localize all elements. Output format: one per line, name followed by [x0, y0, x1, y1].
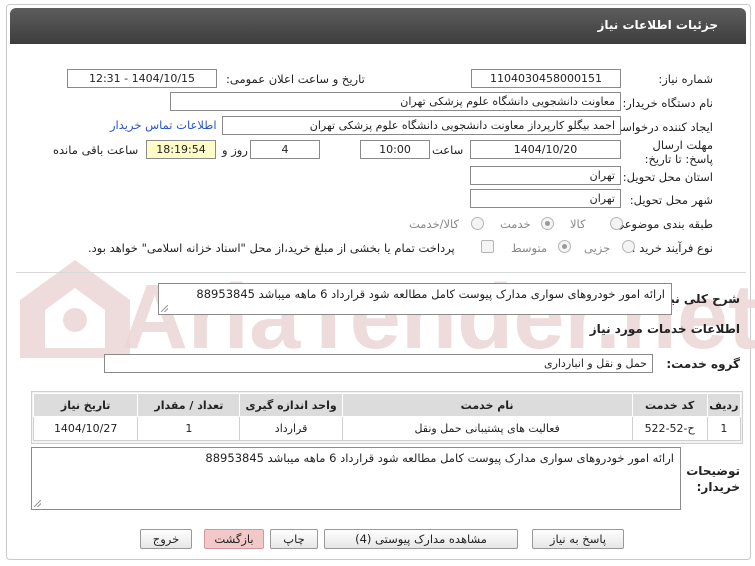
- cell-quantity: 1: [137, 416, 241, 441]
- category-option-goods: کالا: [570, 217, 586, 231]
- col-unit: واحد اندازه گیری: [239, 393, 343, 417]
- process-option-minor: جزیی: [584, 241, 611, 255]
- service-group-field[interactable]: حمل و نقل و انبارداری: [104, 354, 653, 373]
- buyer-notes-text: ارائه امور خودروهای سواری مدارک پیوست کا…: [205, 451, 674, 465]
- reply-button[interactable]: پاسخ به نیاز: [532, 529, 624, 549]
- buyer-org-field[interactable]: معاونت دانشجویی دانشگاه علوم پزشکی تهران: [170, 92, 621, 111]
- page-title: جزئیات اطلاعات نیاز: [597, 18, 718, 32]
- exit-button[interactable]: خروج: [140, 529, 192, 549]
- cell-row: 1: [706, 416, 742, 441]
- remaining-time-label: ساعت باقی مانده: [53, 143, 139, 157]
- treasury-payment-note: پرداخت تمام یا بخشی از مبلغ خرید،از محل …: [88, 241, 455, 255]
- province-field[interactable]: تهران: [470, 166, 621, 185]
- summary-textarea[interactable]: ارائه امور خودروهای سواری مدارک پیوست کا…: [158, 283, 672, 315]
- col-need-date: تاریخ نیاز: [32, 393, 139, 417]
- days-label: روز و: [222, 143, 248, 157]
- process-label: نوع فرآیند خرید :: [631, 241, 713, 255]
- col-quantity: تعداد / مقدار: [137, 393, 241, 417]
- category-radio-goods[interactable]: [610, 217, 623, 230]
- requester-label: ایجاد کننده درخواست:: [607, 120, 713, 134]
- announce-date-label: تاریخ و ساعت اعلان عمومی:: [226, 72, 365, 86]
- requester-field[interactable]: احمد بیگلو کارپرداز معاونت دانشجویی دانش…: [222, 116, 621, 135]
- announce-date-field[interactable]: 1404/10/15 - 12:31: [67, 69, 217, 88]
- category-label: طبقه بندی موضوعی:: [611, 217, 713, 231]
- city-label: شهر محل تحویل:: [629, 193, 713, 207]
- service-group-label: گروه خدمت:: [666, 357, 740, 371]
- cell-service-name: فعالیت های پشتیبانی حمل ونقل: [341, 416, 633, 441]
- process-radio-minor[interactable]: [622, 240, 635, 253]
- need-number-label: شماره نیاز:: [658, 72, 713, 86]
- need-number-field[interactable]: 1104030458000151: [471, 69, 621, 88]
- category-option-service: خدمت: [500, 217, 531, 231]
- cell-unit: قرارداد: [239, 416, 343, 441]
- resize-handle[interactable]: [34, 500, 41, 507]
- deadline-time-field[interactable]: 10:00: [360, 140, 430, 159]
- process-option-medium: متوسط: [511, 241, 548, 255]
- summary-text: ارائه امور خودروهای سواری مدارک پیوست کا…: [196, 287, 665, 301]
- title-bar: جزئیات اطلاعات نیاز: [10, 8, 746, 44]
- print-button[interactable]: چاپ: [270, 529, 318, 549]
- cell-service-code: ح-52-522: [631, 416, 708, 441]
- days-remaining-field[interactable]: 4: [250, 140, 320, 159]
- view-attachments-button[interactable]: مشاهده مدارک پیوستی (4): [324, 529, 518, 549]
- deadline-time-label: ساعت: [432, 143, 464, 157]
- deadline-label: مهلت ارسال پاسخ: تا تاریخ:: [644, 138, 713, 166]
- category-radio-service[interactable]: [541, 217, 554, 230]
- buyer-contact-link[interactable]: اطلاعات تماس خریدار: [110, 118, 217, 132]
- buyer-notes-textarea[interactable]: ارائه امور خودروهای سواری مدارک پیوست کا…: [31, 447, 681, 510]
- category-radio-goods-service[interactable]: [471, 217, 484, 230]
- resize-handle[interactable]: [161, 305, 168, 312]
- category-option-goods-service: کالا/خدمت: [409, 217, 460, 231]
- col-service-code: کد خدمت: [631, 393, 708, 417]
- col-row: ردیف: [706, 393, 742, 417]
- process-radio-medium[interactable]: [558, 240, 571, 253]
- city-field[interactable]: تهران: [470, 189, 621, 208]
- services-table: ردیف کد خدمت نام خدمت واحد اندازه گیری ت…: [32, 393, 742, 441]
- treasury-payment-checkbox[interactable]: [481, 240, 494, 253]
- table-row: 1 ح-52-522 فعالیت های پشتیبانی حمل ونقل …: [32, 416, 742, 441]
- divider: [16, 272, 746, 273]
- deadline-date-field[interactable]: 1404/10/20: [470, 140, 621, 159]
- buyer-org-label: نام دستگاه خریدار:: [622, 96, 713, 110]
- cell-need-date: 1404/10/27: [32, 416, 139, 441]
- col-service-name: نام خدمت: [341, 393, 633, 417]
- back-button[interactable]: بازگشت: [204, 529, 264, 549]
- province-label: استان محل تحویل:: [622, 170, 713, 184]
- services-section-title: اطلاعات خدمات مورد نیاز: [589, 322, 740, 336]
- remaining-time-field: 18:19:54: [146, 140, 216, 159]
